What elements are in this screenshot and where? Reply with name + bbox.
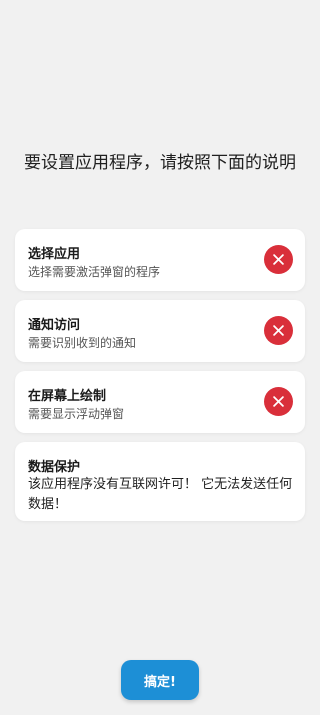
card-data-protection: 数据保护 该应用程序没有互联网许可！ 它无法发送任何数据！ xyxy=(15,442,305,521)
card-title: 通知访问 xyxy=(28,318,81,333)
card-draw-over-screen[interactable]: 在屏幕上绘制 需要显示浮动弹窗 xyxy=(15,371,305,433)
card-description: 该应用程序没有互联网许可！ 它无法发送任何数据！ xyxy=(28,477,293,512)
card-title: 选择应用 xyxy=(28,247,81,262)
card-title: 数据保护 xyxy=(28,460,81,475)
close-icon[interactable] xyxy=(264,245,293,274)
card-select-app[interactable]: 选择应用 选择需要激活弹窗的程序 xyxy=(15,229,305,291)
card-title: 在屏幕上绘制 xyxy=(28,389,107,404)
card-description: 选择需要激活弹窗的程序 xyxy=(28,265,161,279)
close-icon[interactable] xyxy=(264,316,293,345)
close-icon[interactable] xyxy=(264,387,293,416)
card-description: 需要识别收到的通知 xyxy=(28,336,137,350)
done-button[interactable]: 搞定! xyxy=(121,660,199,700)
card-notification-access[interactable]: 通知访问 需要识别收到的通知 xyxy=(15,300,305,362)
card-description: 需要显示浮动弹窗 xyxy=(28,407,125,421)
instruction-title: 要设置应用程序，请按照下面的说明 xyxy=(24,153,296,173)
